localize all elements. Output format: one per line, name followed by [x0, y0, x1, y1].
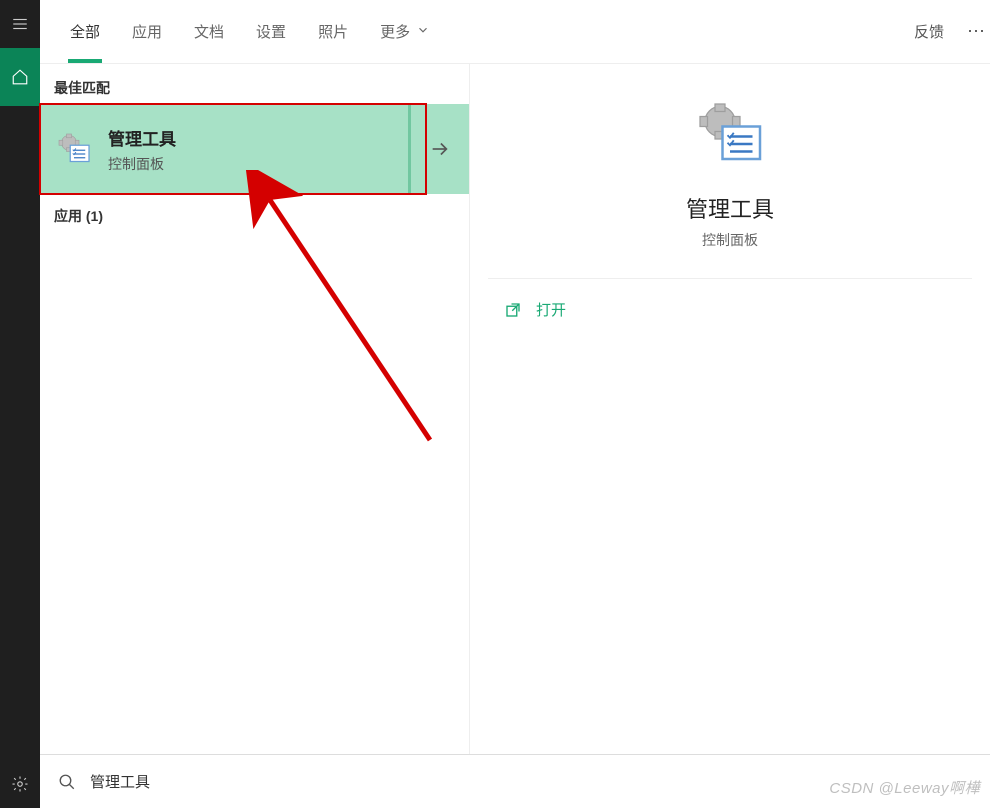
search-bar — [40, 754, 990, 808]
admin-tools-icon — [54, 129, 94, 169]
results-panel: 最佳匹配 — [40, 64, 470, 754]
tab-photos[interactable]: 照片 — [302, 0, 364, 63]
side-rail — [0, 0, 40, 808]
tab-all[interactable]: 全部 — [54, 0, 116, 63]
tab-apps[interactable]: 应用 — [116, 0, 178, 63]
ellipsis-icon: ⋯ — [967, 21, 985, 42]
best-match-expand-button[interactable] — [411, 104, 469, 194]
tab-documents[interactable]: 文档 — [178, 0, 240, 63]
tab-more[interactable]: 更多 — [364, 0, 446, 63]
best-match-header: 最佳匹配 — [40, 64, 469, 104]
best-match-title: 管理工具 — [108, 125, 176, 150]
tab-photos-label: 照片 — [318, 21, 348, 42]
detail-subtitle: 控制面板 — [702, 230, 758, 250]
open-action[interactable]: 打开 — [504, 299, 956, 320]
detail-title: 管理工具 — [686, 192, 774, 224]
best-match-row: 管理工具 控制面板 — [40, 104, 469, 194]
arrow-right-icon — [429, 138, 451, 160]
admin-tools-icon — [690, 94, 770, 174]
tab-all-label: 全部 — [70, 21, 100, 42]
tab-more-label: 更多 — [380, 21, 410, 42]
search-input[interactable] — [90, 773, 972, 790]
gear-icon — [11, 775, 29, 793]
hamburger-icon — [11, 15, 29, 33]
tab-documents-label: 文档 — [194, 21, 224, 42]
tab-settings-label: 设置 — [256, 21, 286, 42]
search-icon — [58, 773, 76, 791]
menu-button[interactable] — [0, 0, 40, 48]
filter-tabs: 全部 应用 文档 设置 照片 更多 反馈 ⋯ — [40, 0, 990, 64]
settings-button[interactable] — [0, 760, 40, 808]
home-button[interactable] — [0, 48, 40, 106]
home-icon — [11, 68, 29, 86]
best-match-result[interactable]: 管理工具 控制面板 — [40, 104, 408, 194]
open-icon — [504, 301, 522, 319]
best-match-subtitle: 控制面板 — [108, 154, 176, 174]
chevron-down-icon — [416, 23, 430, 41]
tab-apps-label: 应用 — [132, 21, 162, 42]
detail-panel: 管理工具 控制面板 打开 — [470, 64, 990, 754]
tab-settings[interactable]: 设置 — [240, 0, 302, 63]
feedback-button[interactable]: 反馈 — [896, 0, 962, 63]
open-action-label: 打开 — [536, 299, 566, 320]
apps-header: 应用 (1) — [40, 194, 469, 238]
feedback-label: 反馈 — [914, 21, 944, 42]
more-options-button[interactable]: ⋯ — [962, 0, 990, 63]
